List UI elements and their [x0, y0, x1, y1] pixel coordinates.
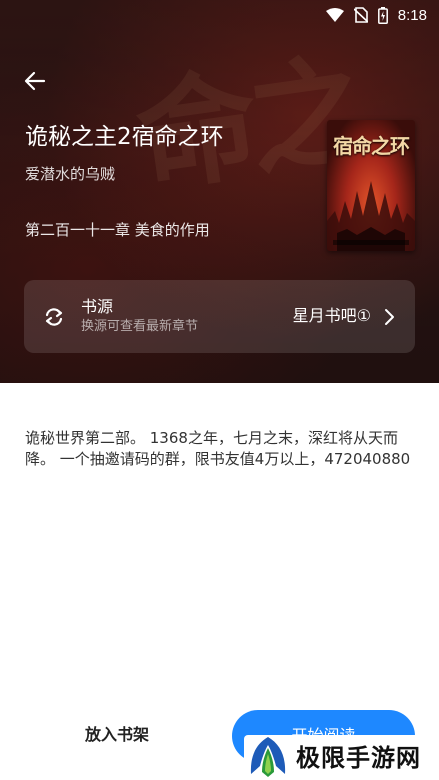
add-to-shelf-button[interactable]: 放入书架 — [55, 720, 179, 750]
latest-chapter[interactable]: 第二百一十一章 美食的作用 — [25, 218, 305, 242]
cover-castle-art — [327, 181, 415, 251]
source-selector[interactable]: 书源 换源可查看最新章节 星月书吧① — [24, 280, 415, 353]
battery-icon — [377, 6, 388, 24]
book-description: 诡秘世界第二部。 1368之年，七月之末，深红将从天而降。 一个抽邀请码的群，限… — [25, 429, 411, 468]
source-hint: 换源可查看最新章节 — [81, 319, 199, 334]
source-label: 书源 — [81, 297, 114, 316]
swap-icon — [45, 308, 63, 326]
book-title: 诡秘之主2宿命之环 — [25, 124, 224, 150]
watermark: 极限手游网 — [244, 735, 439, 780]
watermark-text: 极限手游网 — [296, 744, 421, 772]
watermark-logo-icon — [250, 737, 286, 777]
wifi-icon — [325, 8, 344, 22]
status-bar: 8:18 — [0, 0, 439, 30]
clock: 8:18 — [397, 6, 427, 24]
cover-title: 宿命之环 — [333, 134, 410, 158]
arrow-left-icon — [24, 71, 46, 91]
book-cover: 宿命之环 — [327, 120, 415, 251]
source-value: 星月书吧① — [292, 306, 371, 325]
book-header: 命之 8:18 诡秘之主2宿命之环 爱潜水的乌贼 第二百一十一章 美食的作用 宿… — [0, 0, 439, 383]
book-author[interactable]: 爱潜水的乌贼 — [25, 162, 285, 186]
back-button[interactable] — [20, 66, 50, 96]
chevron-right-icon — [385, 309, 394, 325]
no-sim-icon — [353, 7, 368, 23]
